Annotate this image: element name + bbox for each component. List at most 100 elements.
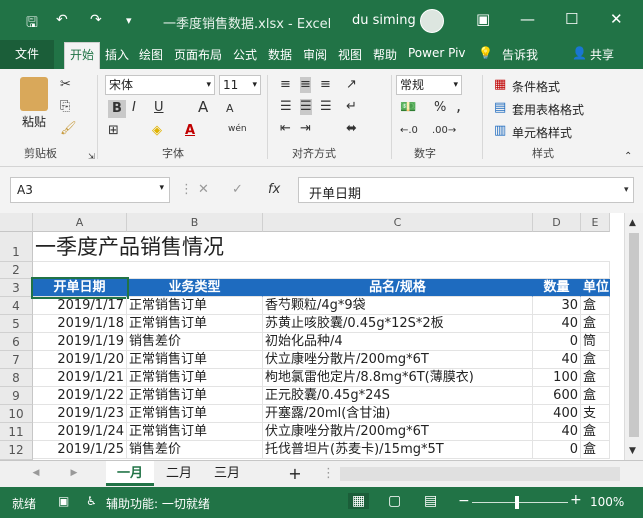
avatar[interactable] [420,9,444,33]
cell-unit[interactable]: 支 [581,405,610,423]
row-header[interactable]: 8 [0,369,33,387]
align-right-icon[interactable]: ☰ [320,99,332,115]
cell-type[interactable]: 正常销售订单 [127,297,263,315]
user-name[interactable]: du siming [352,13,416,28]
zoom-slider-track[interactable] [472,502,568,503]
maximize-button[interactable]: ☐ [565,10,578,28]
decrease-indent-icon[interactable]: ⇤ [280,121,291,137]
insert-function-icon[interactable]: fx [268,182,280,198]
format-painter-icon[interactable]: 🖌 [60,121,77,137]
prev-sheet-icon[interactable]: ◀ [28,461,44,486]
cell-type[interactable]: 正常销售订单 [127,315,263,333]
decrease-decimal-icon[interactable]: .00→ [432,123,456,139]
cell-type[interactable]: 正常销售订单 [127,369,263,387]
tab-formulas[interactable]: 公式 [233,46,257,63]
cell-qty[interactable]: 0 [533,441,581,459]
cell-date[interactable]: 2019/1/25 [33,441,127,459]
zoom-in-button[interactable]: + [570,492,582,508]
wrap-text-icon[interactable]: ↵ [346,99,357,115]
row-header[interactable]: 1 [0,232,33,262]
row-header[interactable]: 7 [0,351,33,369]
next-sheet-icon[interactable]: ▶ [66,461,82,486]
lightbulb-icon[interactable]: 💡 [478,46,493,60]
comma-style-button[interactable]: , [456,98,461,114]
number-format-select[interactable]: 常规 ▾ [396,75,462,95]
cell-date[interactable]: 2019/1/23 [33,405,127,423]
paste-button[interactable]: 粘贴 [22,113,46,130]
tab-view[interactable]: 视图 [338,46,362,63]
cell-product[interactable]: 伏立康唑分散片/200mg*6T [263,351,533,369]
cell-unit[interactable]: 盒 [581,387,610,405]
align-left-icon[interactable]: ☰ [280,99,292,115]
column-header[interactable]: B [127,213,263,232]
expand-formula-icon[interactable]: ▾ [624,182,629,198]
bold-button[interactable]: B [108,100,126,118]
increase-decimal-icon[interactable]: ←.0 [400,123,418,139]
cell-product[interactable]: 托伐普坦片(苏麦卡)/15mg*5T [263,441,533,459]
italic-button[interactable]: I [132,100,136,116]
cell-product[interactable]: 枸地氯雷他定片/8.8mg*6T(薄膜衣) [263,369,533,387]
cell-date[interactable]: 2019/1/19 [33,333,127,351]
tab-page-layout[interactable]: 页面布局 [174,46,222,63]
horizontal-scrollbar[interactable] [340,467,620,481]
cell-date[interactable]: 2019/1/22 [33,387,127,405]
paste-icon[interactable] [20,77,48,111]
cell-unit[interactable]: 盒 [581,315,610,333]
cell-type[interactable]: 正常销售订单 [127,387,263,405]
column-header[interactable]: E [581,213,610,232]
cell-date[interactable]: 2019/1/17 [33,297,127,315]
tab-review[interactable]: 审阅 [303,46,327,63]
cell-type[interactable]: 销售差价 [127,333,263,351]
cell-unit[interactable]: 盒 [581,351,610,369]
cell-date[interactable]: 2019/1/20 [33,351,127,369]
font-size-select[interactable]: 11 ▾ [219,75,261,95]
phonetic-guide-icon[interactable]: wén [228,121,247,137]
redo-icon[interactable]: ↷ [90,12,102,28]
row-header[interactable]: 10 [0,405,33,423]
cell-product[interactable]: 开塞露/20ml(含甘油) [263,405,533,423]
align-center-icon[interactable]: ☰ [300,99,312,115]
format-as-table-button[interactable]: 套用表格格式 [512,101,584,118]
close-button[interactable]: ✕ [610,10,623,28]
row-header[interactable]: 11 [0,423,33,441]
tab-home[interactable]: 开始 [64,42,101,69]
cell-product[interactable]: 苏黄止咳胶囊/0.45g*12S*2板 [263,315,533,333]
sheet-title[interactable]: 一季度产品销售情况 [33,232,610,262]
middle-align-icon[interactable]: ≡ [300,77,311,93]
conditional-format-button[interactable]: 条件格式 [512,78,560,95]
header-type[interactable]: 业务类型 [127,279,263,297]
column-header[interactable]: A [33,213,127,232]
cell-product[interactable]: 初始化品种/4 [263,333,533,351]
cell-type[interactable]: 销售差价 [127,441,263,459]
row-header[interactable]: 9 [0,387,33,405]
accessibility-icon[interactable]: ♿ [86,494,97,508]
cell-qty[interactable]: 600 [533,387,581,405]
tab-insert[interactable]: 插入 [105,46,129,63]
zoom-out-button[interactable]: − [458,493,470,509]
tab-help[interactable]: 帮助 [373,46,397,63]
tab-file[interactable]: 文件 [0,40,54,69]
cell-product[interactable]: 香芍颗粒/4g*9袋 [263,297,533,315]
conditional-format-icon[interactable]: ▦ [494,77,506,93]
font-name-select[interactable]: 宋体 ▾ [105,75,215,95]
name-box[interactable]: A3 ▾ [10,177,170,203]
formula-input[interactable]: 开单日期 [298,177,634,203]
tell-me-search[interactable]: 告诉我 [502,46,538,63]
cell-product[interactable]: 正元胶囊/0.45g*24S [263,387,533,405]
cell-date[interactable]: 2019/1/24 [33,423,127,441]
cell-qty[interactable]: 400 [533,405,581,423]
cell-type[interactable]: 正常销售订单 [127,405,263,423]
cell-qty[interactable]: 0 [533,333,581,351]
accounting-format-icon[interactable]: 💵 [400,100,416,116]
cell-unit[interactable]: 盒 [581,369,610,387]
cell-unit[interactable]: 盒 [581,423,610,441]
enter-icon[interactable]: ✓ [232,182,243,198]
copy-icon[interactable]: ⎘ [60,99,70,115]
font-color-icon[interactable]: A [185,123,195,139]
orientation-icon[interactable]: ↗ [346,77,357,93]
fill-color-icon[interactable]: ◈ [152,123,162,139]
cut-icon[interactable]: ✂ [60,77,71,93]
page-break-view-icon[interactable]: ▤ [424,493,437,509]
sheet-tab-jan[interactable]: 一月 [106,461,154,486]
cell-date[interactable]: 2019/1/18 [33,315,127,333]
